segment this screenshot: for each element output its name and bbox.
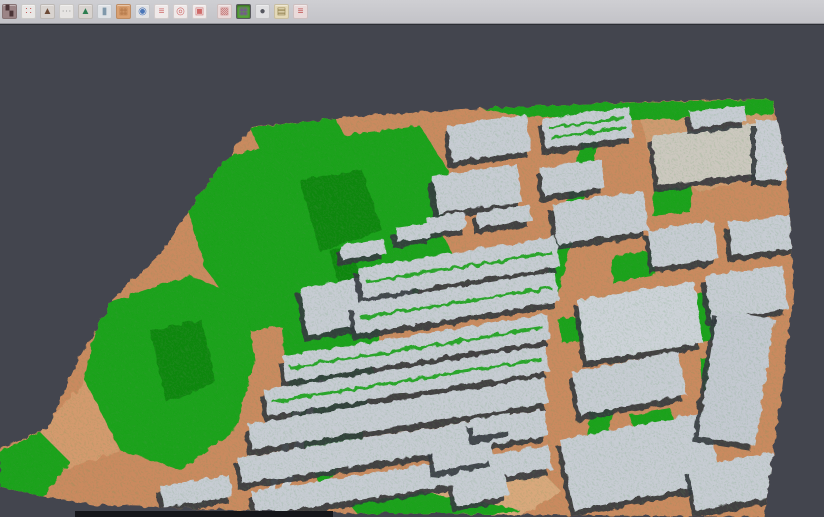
points-tool-icon[interactable]: ▚ bbox=[2, 4, 17, 19]
crop-region-icon[interactable]: ▣ bbox=[192, 4, 207, 19]
terrain-model-icon[interactable]: ▲ bbox=[40, 4, 55, 19]
terrain-mesh bbox=[0, 26, 824, 517]
profile-list-icon[interactable]: ≡ bbox=[154, 4, 169, 19]
window-edge bbox=[75, 511, 333, 517]
sphere-render-icon[interactable]: ● bbox=[255, 4, 270, 19]
building-class-icon[interactable]: ▮ bbox=[97, 4, 112, 19]
3d-viewport[interactable] bbox=[0, 26, 824, 517]
globe-view-icon[interactable]: ◉ bbox=[135, 4, 150, 19]
main-toolbar: ▚ ∷ ▲ ⋯ ▲ ▮ ▦ ◉ ≡ ◎ ▣ ▩ ▦ ● ▤ ≡ bbox=[0, 0, 824, 24]
point-speckle-overlay bbox=[0, 26, 824, 517]
measure-tag-icon[interactable]: ▤ bbox=[274, 4, 289, 19]
classified-points-icon[interactable]: ∷ bbox=[21, 4, 36, 19]
ground-class-icon[interactable]: ▦ bbox=[116, 4, 131, 19]
point-cloud-scene bbox=[0, 26, 824, 517]
noise-filter-icon[interactable]: ▩ bbox=[217, 4, 232, 19]
sparse-points-icon[interactable]: ⋯ bbox=[59, 4, 74, 19]
toolbar-icon-group: ▚ ∷ ▲ ⋯ ▲ ▮ ▦ ◉ ≡ ◎ ▣ ▩ ▦ ● ▤ ≡ bbox=[2, 4, 308, 19]
target-select-icon[interactable]: ◎ bbox=[173, 4, 188, 19]
vegetation-class-icon[interactable]: ▲ bbox=[78, 4, 93, 19]
classification-render-icon[interactable]: ▦ bbox=[236, 4, 251, 19]
flag-banner-icon[interactable]: ≡ bbox=[293, 4, 308, 19]
